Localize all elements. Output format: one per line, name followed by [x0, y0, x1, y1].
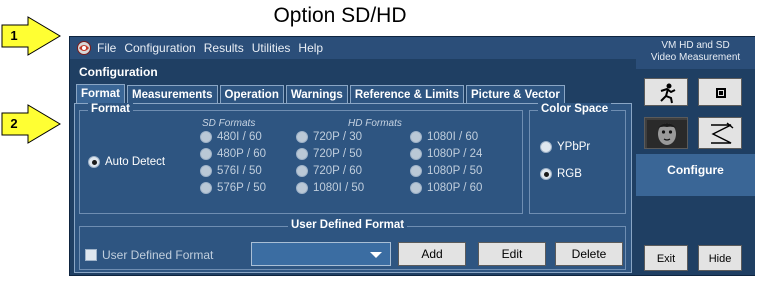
tab-reference-limits[interactable]: Reference & Limits — [349, 85, 464, 104]
configuration-title: Configuration — [79, 65, 158, 79]
radio-auto-detect-label: Auto Detect — [105, 156, 166, 168]
radio-auto-detect-dot[interactable] — [88, 156, 100, 168]
radio-720p-50-label: 720P / 50 — [313, 148, 363, 160]
user-defined-dropdown[interactable] — [251, 242, 391, 266]
radio-1080i-60-dot[interactable] — [410, 131, 422, 143]
vector-button[interactable] — [698, 117, 742, 149]
radio-1080i-60-label: 1080I / 60 — [427, 131, 479, 143]
radio-1080p-24[interactable]: 1080P / 24 — [410, 146, 482, 162]
sd-formats-heading: SD Formats — [202, 118, 256, 129]
radio-rgb[interactable]: RGB — [540, 166, 582, 182]
color-space-group: Color Space YPbPr RGB — [529, 103, 626, 214]
radio-auto-detect[interactable]: Auto Detect — [88, 154, 165, 170]
radio-480i-60-dot[interactable] — [200, 131, 212, 143]
radio-720p-60[interactable]: 720P / 60 — [296, 163, 362, 179]
format-group: Format SD Formats HD Formats Auto Detect… — [79, 103, 523, 214]
radio-1080p-24-label: 1080P / 24 — [427, 148, 483, 160]
radio-480i-60-label: 480I / 60 — [217, 131, 262, 143]
radio-576i-50-dot[interactable] — [200, 165, 212, 177]
radio-1080i-50[interactable]: 1080I / 50 — [296, 180, 364, 196]
app-title-line1: VM HD and SD — [661, 40, 730, 51]
tab-warnings[interactable]: Warnings — [285, 85, 348, 104]
radio-576p-50-label: 576P / 50 — [217, 182, 267, 194]
radio-1080p-60-dot[interactable] — [410, 182, 422, 194]
user-defined-checkbox-label: User Defined Format — [102, 248, 214, 262]
radio-480i-60[interactable]: 480I / 60 — [200, 129, 262, 145]
radio-1080p-24-dot[interactable] — [410, 148, 422, 160]
radio-rgb-label: RGB — [557, 168, 582, 180]
radio-ypbpr-dot[interactable] — [540, 141, 552, 153]
format-panel: Format SD Formats HD Formats Auto Detect… — [74, 103, 632, 273]
right-control-panel: VM HD and SD Video Measurement Configure… — [636, 37, 755, 275]
radio-1080i-60[interactable]: 1080I / 60 — [410, 129, 478, 145]
user-defined-title: User Defined Format — [288, 219, 408, 231]
tab-measurements[interactable]: Measurements — [126, 85, 218, 104]
radio-720p-60-dot[interactable] — [296, 165, 308, 177]
app-title-line2: Video Measurement — [650, 52, 741, 63]
stop-button[interactable] — [698, 78, 742, 106]
radio-1080p-50-dot[interactable] — [410, 165, 422, 177]
menu-file[interactable]: File — [97, 41, 116, 55]
radio-720p-30-dot[interactable] — [296, 131, 308, 143]
exit-button[interactable]: Exit — [644, 245, 688, 271]
picture-button[interactable] — [644, 117, 688, 149]
stop-square-icon — [716, 88, 726, 98]
color-space-title: Color Space — [538, 103, 612, 115]
radio-720p-30-label: 720P / 30 — [313, 131, 363, 143]
menu-utilities[interactable]: Utilities — [252, 41, 291, 55]
hd-formats-heading: HD Formats — [348, 118, 402, 129]
face-picture-icon — [647, 120, 687, 148]
callout-1: 1 — [1, 16, 61, 56]
app-title: VM HD and SD Video Measurement — [636, 37, 755, 69]
user-defined-checkbox-box[interactable] — [85, 249, 97, 261]
add-button[interactable]: Add — [398, 242, 466, 266]
radio-720p-50[interactable]: 720P / 50 — [296, 146, 362, 162]
run-button[interactable] — [644, 78, 688, 106]
menu-items: File Configuration Results Utilities Hel… — [94, 37, 328, 59]
radio-1080i-50-dot[interactable] — [296, 182, 308, 194]
radio-720p-30[interactable]: 720P / 30 — [296, 129, 362, 145]
running-man-icon — [660, 83, 676, 104]
radio-576p-50[interactable]: 576P / 50 — [200, 180, 266, 196]
configure-label[interactable]: Configure — [636, 154, 755, 196]
radio-480p-60-dot[interactable] — [200, 148, 212, 160]
hide-button[interactable]: Hide — [698, 245, 742, 271]
radio-480p-60[interactable]: 480P / 60 — [200, 146, 266, 162]
radio-720p-60-label: 720P / 60 — [313, 165, 363, 177]
menu-help[interactable]: Help — [298, 41, 323, 55]
tab-bar: Format Measurements Operation Warnings R… — [76, 84, 567, 104]
radio-576i-50-label: 576I / 50 — [217, 165, 262, 177]
radio-720p-50-dot[interactable] — [296, 148, 308, 160]
callout-2: 2 — [1, 104, 61, 144]
app-window: File Configuration Results Utilities Hel… — [69, 36, 755, 276]
edit-button[interactable]: Edit — [478, 242, 546, 266]
app-logo-icon[interactable] — [76, 40, 92, 56]
radio-ypbpr-label: YPbPr — [557, 141, 591, 153]
menu-configuration[interactable]: Configuration — [124, 41, 195, 55]
radio-576p-50-dot[interactable] — [200, 182, 212, 194]
radio-ypbpr[interactable]: YPbPr — [540, 139, 590, 155]
figure-caption: Option SD/HD — [273, 4, 407, 27]
radio-rgb-dot[interactable] — [540, 168, 552, 180]
callout-number-2: 2 — [10, 116, 18, 131]
menu-results[interactable]: Results — [204, 41, 244, 55]
radio-1080p-50-label: 1080P / 50 — [427, 165, 483, 177]
delete-button[interactable]: Delete — [555, 242, 623, 266]
radio-1080p-60[interactable]: 1080P / 60 — [410, 180, 482, 196]
menu-bar: File Configuration Results Utilities Hel… — [70, 37, 636, 59]
format-group-title: Format — [88, 103, 133, 115]
vector-display-icon — [711, 122, 734, 144]
tab-operation[interactable]: Operation — [219, 85, 284, 104]
chevron-down-icon[interactable] — [370, 252, 382, 258]
radio-480p-60-label: 480P / 60 — [217, 148, 267, 160]
tab-format[interactable]: Format — [76, 84, 125, 104]
tab-picture-vector[interactable]: Picture & Vector — [466, 85, 565, 104]
radio-1080p-50[interactable]: 1080P / 50 — [410, 163, 482, 179]
callout-number-1: 1 — [10, 28, 18, 43]
radio-1080p-60-label: 1080P / 60 — [427, 182, 483, 194]
screenshot-stage: Option SD/HD 1 2 File Configuration Resu… — [0, 0, 761, 281]
radio-576i-50[interactable]: 576I / 50 — [200, 163, 262, 179]
radio-1080i-50-label: 1080I / 50 — [313, 182, 365, 194]
user-defined-checkbox[interactable]: User Defined Format — [85, 247, 213, 263]
